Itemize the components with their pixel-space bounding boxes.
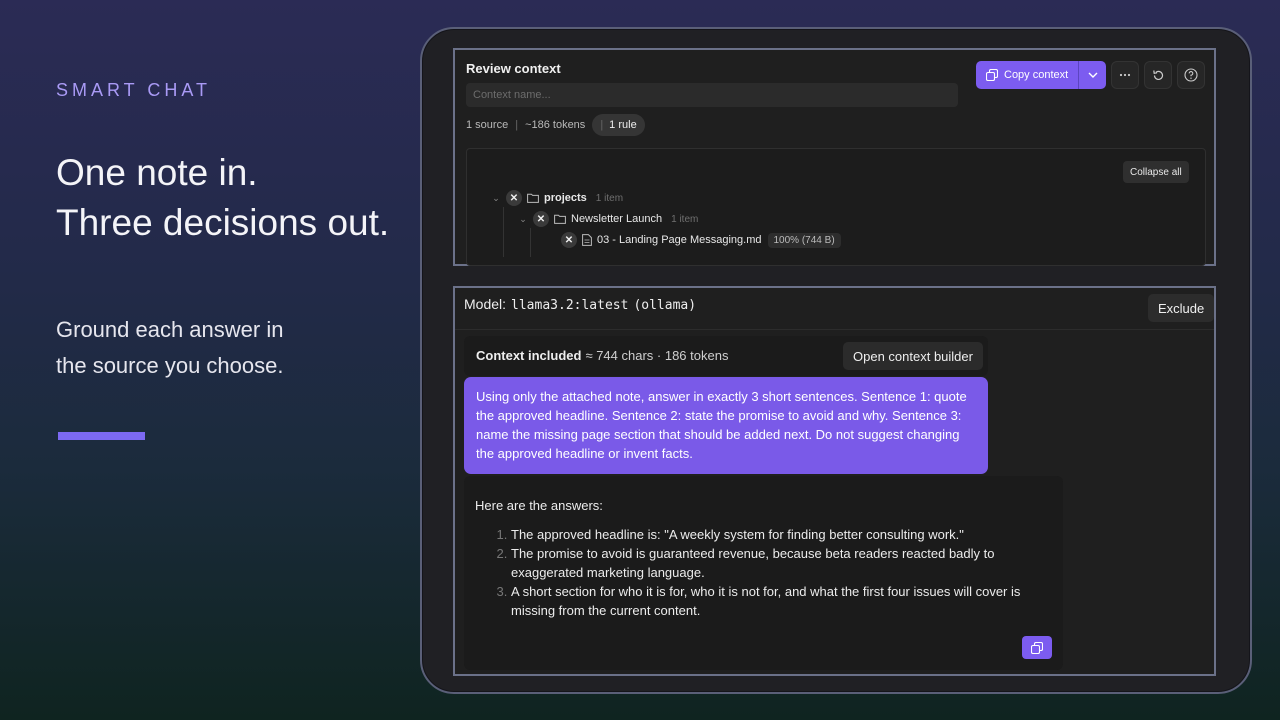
chevron-down-icon[interactable]: ⌄ [491, 193, 501, 204]
assistant-intro: Here are the answers: [475, 498, 603, 513]
copy-context-button[interactable]: Copy context [976, 61, 1079, 89]
answer-item: The approved headline is: "A weekly syst… [511, 525, 1052, 544]
chevron-down-icon [1088, 72, 1098, 78]
folder-icon [554, 214, 566, 224]
stats-separator: | [515, 119, 519, 131]
review-context-panel: Review context 1 source | ~186 tokens | … [453, 48, 1216, 266]
file-size-badge: 100% (744 B) [767, 232, 841, 248]
copy-message-button[interactable] [1022, 636, 1052, 659]
rules-count: 1 rule [609, 119, 637, 131]
tree-item-label: Newsletter Launch [571, 213, 663, 225]
copy-icon [986, 69, 998, 81]
tree-item-newsletter-launch[interactable]: ⌄ ✕ Newsletter Launch 1 item [518, 209, 698, 229]
copy-icon [1031, 641, 1043, 654]
model-provider: (ollama) [633, 298, 697, 313]
subline-line-2: the source you choose. [56, 353, 284, 378]
model-name: llama3.2:latest [511, 298, 629, 313]
context-included-info: Context included ≈ 744 chars · 186 tokens [476, 348, 728, 363]
refresh-button[interactable] [1144, 61, 1172, 89]
folder-icon [527, 193, 539, 203]
hero-subline: Ground each answer in the source you cho… [56, 312, 283, 384]
tree-item-projects[interactable]: ⌄ ✕ projects 1 item [491, 188, 623, 208]
context-stats: 1 source | ~186 tokens | 1 rule [466, 114, 645, 136]
hero-headline: One note in. Three decisions out. [56, 148, 389, 248]
remove-icon[interactable]: ✕ [561, 232, 577, 248]
subline-line-1: Ground each answer in [56, 317, 284, 342]
more-icon [1119, 73, 1131, 77]
eyebrow-label: SMART CHAT [56, 80, 212, 100]
rules-separator: | [600, 119, 604, 131]
tree-guide-line [503, 207, 504, 257]
tree-item-label: projects [544, 192, 587, 204]
tree-item-label: 03 - Landing Page Messaging.md [597, 234, 762, 246]
tree-item-count: 1 item [595, 192, 624, 204]
header-divider [455, 329, 1214, 330]
copy-context-label: Copy context [1004, 69, 1069, 81]
chat-panel: Model: llama3.2:latest (ollama) Exclude … [453, 286, 1216, 676]
answer-list: The approved headline is: "A weekly syst… [475, 525, 1052, 620]
answer-item: A short section for who it is for, who i… [511, 582, 1052, 620]
file-icon [582, 234, 592, 246]
help-button[interactable] [1177, 61, 1205, 89]
assistant-message: Here are the answers: The approved headl… [464, 476, 1063, 670]
open-context-builder-button[interactable]: Open context builder [843, 342, 983, 370]
tree-guide-line [530, 228, 531, 257]
token-count: ~186 tokens [525, 119, 586, 131]
remove-icon[interactable]: ✕ [506, 190, 522, 206]
copy-options-dropdown[interactable] [1078, 61, 1107, 89]
answer-item: The promise to avoid is guaranteed reven… [511, 544, 1052, 582]
chevron-down-icon[interactable]: ⌄ [518, 214, 528, 225]
tree-item-landing-page-file[interactable]: ✕ 03 - Landing Page Messaging.md 100% (7… [561, 230, 841, 250]
review-context-title: Review context [466, 61, 561, 76]
model-indicator: Model: llama3.2:latest (ollama) [464, 296, 696, 313]
headline-line-2: Three decisions out. [56, 202, 390, 243]
tree-item-count: 1 item [671, 213, 699, 225]
remove-icon[interactable]: ✕ [533, 211, 549, 227]
source-count: 1 source [466, 119, 509, 131]
exclude-button[interactable]: Exclude [1148, 294, 1214, 322]
user-message: Using only the attached note, answer in … [464, 377, 988, 474]
context-included-stats: ≈ 744 chars · 186 tokens [585, 348, 729, 363]
accent-bar [58, 432, 145, 440]
context-included-label: Context included [476, 348, 582, 363]
more-options-button[interactable] [1111, 61, 1139, 89]
headline-line-1: One note in. [56, 152, 258, 193]
context-tree: Collapse all ⌄ ✕ projects 1 item ⌄ ✕ New… [466, 148, 1206, 266]
rules-pill[interactable]: | 1 rule [592, 114, 645, 136]
copy-context-split-button: Copy context [976, 61, 1107, 89]
model-label: Model: [464, 296, 507, 312]
help-icon [1184, 68, 1198, 82]
context-included-card: Context included ≈ 744 chars · 186 tokens… [464, 336, 988, 376]
context-name-input[interactable] [466, 83, 958, 107]
collapse-all-button[interactable]: Collapse all [1123, 161, 1189, 183]
refresh-icon [1152, 69, 1163, 80]
